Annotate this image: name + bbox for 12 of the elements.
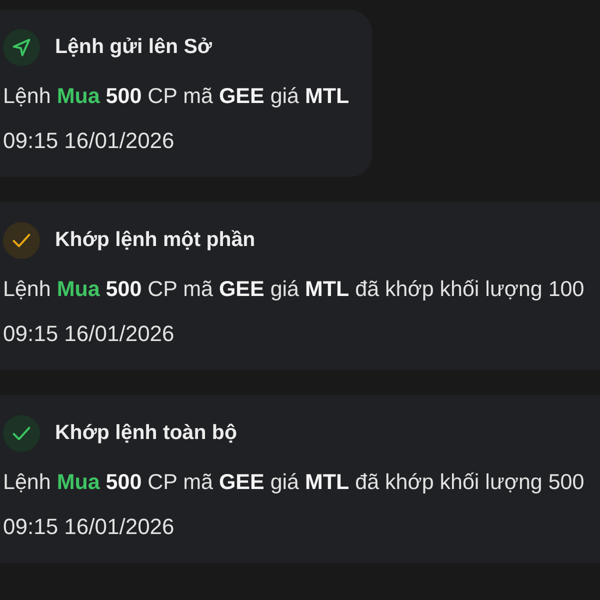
notification-message: Lệnh Mua 500 CP mã GEE giá MTL đã khớp khối lượng 500 xyxy=(3,469,584,495)
notification-time: 09:15 16/01/2026 xyxy=(3,514,174,540)
check-icon xyxy=(3,222,40,258)
notification-message: Lệnh Mua 500 CP mã GEE giá MTL đã khớp khối lượng 100 xyxy=(3,276,584,302)
notification-message: Lệnh Mua 500 CP mã GEE giá MTL xyxy=(3,83,350,109)
notification-time: 09:15 16/01/2026 xyxy=(3,128,174,154)
notification-title: Lệnh gửi lên Sở xyxy=(55,35,212,59)
paper-plane-icon xyxy=(3,28,40,66)
notification-title: Khớp lệnh toàn bộ xyxy=(55,421,237,445)
notification-time: 09:15 16/01/2026 xyxy=(3,321,174,347)
check-icon xyxy=(3,414,40,452)
notification-title: Khớp lệnh một phần xyxy=(55,228,256,252)
